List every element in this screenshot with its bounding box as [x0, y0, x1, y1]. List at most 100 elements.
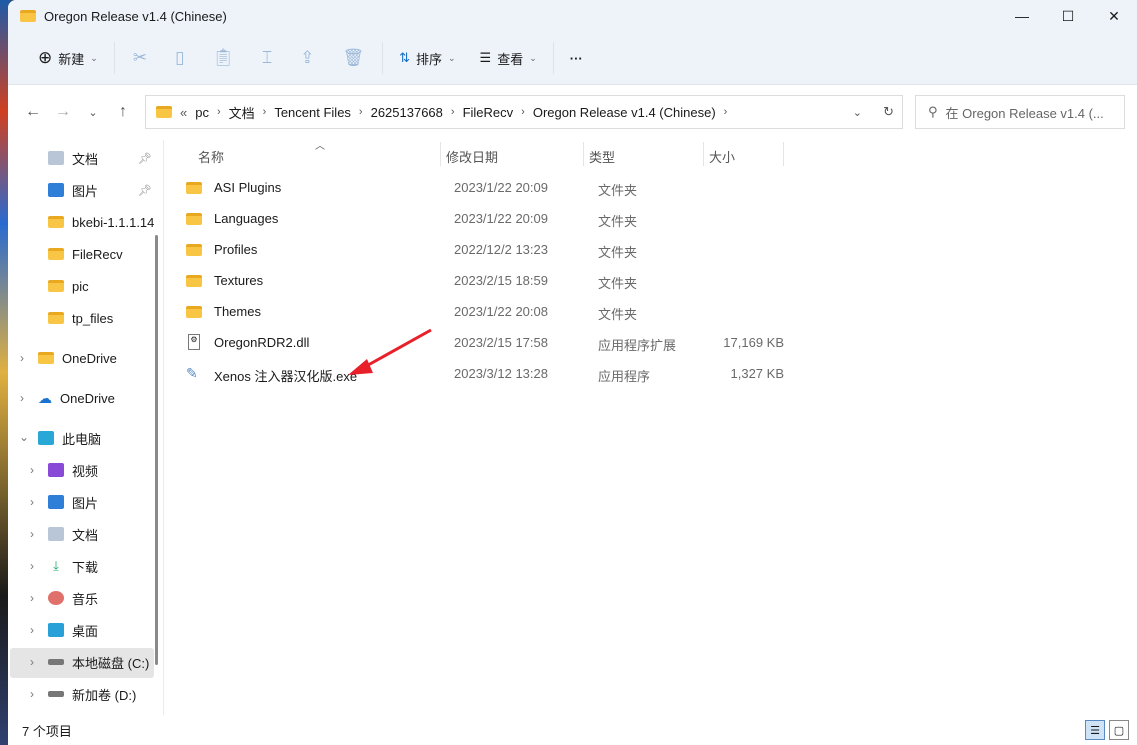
label: 本地磁盘 (C:): [72, 653, 149, 672]
share-button[interactable]: ⇪: [286, 41, 328, 75]
chevron-down-icon: ⌄: [90, 53, 98, 64]
rename-button[interactable]: ⌶: [248, 41, 286, 75]
breadcrumb-documents[interactable]: 文档: [229, 103, 255, 122]
file-type: 文件夹: [598, 304, 637, 323]
address-bar[interactable]: « pc› 文档› Tencent Files› 2625137668› Fil…: [145, 95, 903, 129]
breadcrumb-filerecv[interactable]: FileRecv: [463, 105, 514, 120]
up-arrow-icon[interactable]: ↑: [108, 103, 138, 121]
column-type[interactable]: 类型: [589, 147, 615, 166]
sidebar-item-bkebi[interactable]: bkebi-1.1.1.14: [48, 208, 154, 236]
breadcrumb-overflow[interactable]: «: [180, 105, 187, 120]
file-row[interactable]: Languages2023/1/22 20:09文件夹: [178, 203, 798, 234]
close-button[interactable]: ✕: [1091, 0, 1137, 32]
delete-button[interactable]: 🗑︎: [328, 41, 378, 75]
view-button[interactable]: ☰查看⌄: [468, 41, 549, 75]
cut-button[interactable]: ✂: [119, 41, 161, 75]
sidebar-item-filerecv[interactable]: FileRecv: [48, 240, 123, 268]
dll-file-icon: ⚙: [188, 334, 200, 350]
chevron-right-icon[interactable]: ›: [20, 391, 24, 405]
chevron-right-icon[interactable]: ›: [30, 591, 34, 605]
chevron-right-icon: ›: [521, 106, 525, 118]
sidebar-item-pictures[interactable]: 图片: [48, 488, 98, 516]
maximize-button[interactable]: ☐: [1045, 0, 1091, 32]
more-button[interactable]: ···: [558, 41, 595, 75]
trash-icon: 🗑︎: [342, 48, 364, 68]
chevron-right-icon[interactable]: ›: [30, 495, 34, 509]
column-size[interactable]: 大小: [709, 147, 735, 166]
sidebar-scrollbar[interactable]: [155, 235, 158, 665]
file-type: 文件夹: [598, 180, 637, 199]
minimize-button[interactable]: —: [999, 0, 1045, 32]
file-size: 1,327 KB: [731, 366, 785, 381]
folder-icon: [48, 280, 64, 292]
sidebar-item-desktop[interactable]: 桌面: [48, 616, 98, 644]
scissors-icon: ✂: [133, 48, 147, 68]
file-row[interactable]: Textures2023/2/15 18:59文件夹: [178, 265, 798, 296]
file-date: 2023/1/22 20:08: [454, 304, 548, 319]
divider: [114, 42, 115, 74]
file-date: 2022/12/2 13:23: [454, 242, 548, 257]
chevron-right-icon[interactable]: ›: [30, 623, 34, 637]
column-date[interactable]: 修改日期: [446, 147, 498, 166]
sidebar-item-onedrive-folder[interactable]: OneDrive: [38, 344, 117, 372]
label: 文档: [72, 149, 98, 168]
label: 图片: [72, 493, 98, 512]
file-date: 2023/1/22 20:09: [454, 180, 548, 195]
download-icon: ⤓: [48, 558, 64, 574]
chevron-right-icon[interactable]: ›: [30, 463, 34, 477]
divider: [440, 142, 441, 166]
sidebar-item-local-disk-c[interactable]: 本地磁盘 (C:): [48, 648, 149, 676]
file-row[interactable]: Profiles2022/12/2 13:23文件夹: [178, 234, 798, 265]
chevron-right-icon[interactable]: ›: [30, 687, 34, 701]
pane-divider: [163, 140, 164, 715]
sidebar-item-pictures-pinned[interactable]: 图片📌︎: [48, 176, 98, 204]
paste-button[interactable]: 📋︎: [198, 41, 248, 75]
file-row[interactable]: ✎Xenos 注入器汉化版.exe2023/3/12 13:28应用程序1,32…: [178, 358, 798, 389]
sidebar-item-pic[interactable]: pic: [48, 272, 89, 300]
sidebar-item-documents[interactable]: 文档: [48, 520, 98, 548]
sidebar-item-videos[interactable]: 视频: [48, 456, 98, 484]
folder-icon: [186, 182, 202, 194]
refresh-icon[interactable]: ↻: [883, 104, 894, 120]
chevron-right-icon[interactable]: ›: [30, 559, 34, 573]
sidebar-item-music[interactable]: 音乐: [48, 584, 98, 612]
chevron-right-icon[interactable]: ›: [30, 655, 34, 669]
divider: [703, 142, 704, 166]
sidebar-item-documents-pinned[interactable]: 文档📌︎: [48, 144, 98, 172]
file-date: 2023/2/15 18:59: [454, 273, 548, 288]
copy-icon: ▯: [175, 48, 184, 68]
back-arrow-icon[interactable]: ←: [18, 103, 48, 121]
new-label: 新建: [58, 49, 84, 68]
column-name[interactable]: 名称: [198, 147, 224, 166]
details-view-button[interactable]: ☰: [1085, 720, 1105, 740]
breadcrumb-pc[interactable]: pc: [195, 105, 209, 120]
chevron-down-icon[interactable]: ⌄: [19, 430, 29, 444]
sidebar-item-this-pc[interactable]: 此电脑: [38, 424, 101, 452]
share-icon: ⇪: [300, 48, 314, 68]
sidebar-item-downloads[interactable]: ⤓下载: [48, 552, 98, 580]
sidebar-item-tp-files[interactable]: tp_files: [48, 304, 113, 332]
sort-button[interactable]: ⇅排序⌄: [387, 41, 467, 75]
copy-button[interactable]: ▯: [161, 41, 198, 75]
label: 文档: [72, 525, 98, 544]
new-button[interactable]: ⊕ 新建 ⌄: [26, 41, 110, 75]
file-row[interactable]: ⚙OregonRDR2.dll2023/2/15 17:58应用程序扩展17,1…: [178, 327, 798, 358]
forward-arrow-icon[interactable]: →: [48, 103, 78, 121]
plus-circle-icon: ⊕: [38, 48, 52, 68]
breadcrumb-account[interactable]: 2625137668: [371, 105, 443, 120]
chevron-right-icon[interactable]: ›: [30, 527, 34, 541]
recent-chevron-icon[interactable]: ⌄: [78, 106, 108, 119]
chevron-right-icon[interactable]: ›: [20, 351, 24, 365]
divider: [783, 142, 784, 166]
sidebar-item-onedrive[interactable]: ☁OneDrive: [38, 384, 115, 412]
tiles-view-button[interactable]: ▢: [1109, 720, 1129, 740]
search-icon: ⚲: [928, 104, 938, 120]
file-row[interactable]: ASI Plugins2023/1/22 20:09文件夹: [178, 172, 798, 203]
search-box[interactable]: ⚲ 在 Oregon Release v1.4 (...: [915, 95, 1125, 129]
address-history-chevron-icon[interactable]: ⌄: [853, 106, 862, 119]
breadcrumb-current[interactable]: Oregon Release v1.4 (Chinese): [533, 105, 716, 120]
sidebar-item-volume-d[interactable]: 新加卷 (D:): [48, 680, 136, 708]
file-row[interactable]: Themes2023/1/22 20:08文件夹: [178, 296, 798, 327]
breadcrumb-tencent-files[interactable]: Tencent Files: [274, 105, 351, 120]
label: 新加卷 (D:): [72, 685, 136, 704]
